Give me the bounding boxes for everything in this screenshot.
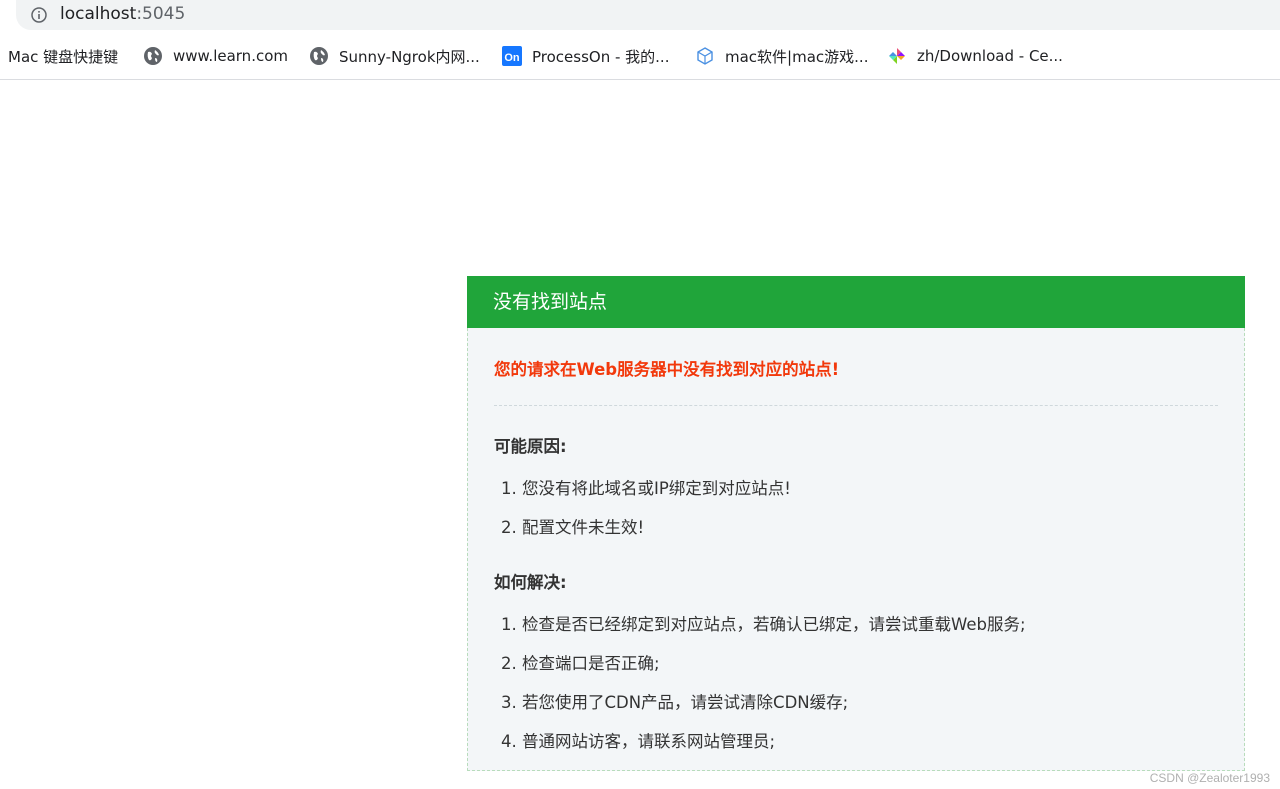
cube-icon	[697, 47, 713, 65]
browser-chrome: localhost:5045 Mac 键盘快捷键 www.learn.com S…	[0, 0, 1280, 80]
globe-icon	[144, 47, 162, 65]
bookmark-learn[interactable]: www.learn.com	[143, 42, 288, 70]
bookmark-label: mac软件|mac游戏...	[725, 47, 869, 66]
info-icon[interactable]	[31, 7, 47, 23]
list-item: 4. 普通网站访客，请联系网站管理员;	[501, 732, 776, 751]
list-item: 2. 检查端口是否正确;	[501, 654, 660, 673]
solutions-list: 1. 检查是否已经绑定到对应站点，若确认已绑定，请尝试重载Web服务; 2. 检…	[494, 605, 1218, 761]
bookmark-mac-software[interactable]: mac软件|mac游戏...	[695, 42, 868, 70]
address-bar[interactable]: localhost:5045	[16, 0, 1280, 30]
bookmark-processon[interactable]: On ProcessOn - 我的...	[502, 42, 669, 70]
bookmarks-bar: Mac 键盘快捷键 www.learn.com Sunny-Ngrok内网...	[0, 42, 1280, 70]
bookmark-zh-download[interactable]: zh/Download - Ce...	[887, 42, 1063, 70]
divider	[494, 405, 1218, 406]
bookmark-label: zh/Download - Ce...	[917, 47, 1063, 65]
error-panel: 没有找到站点 您的请求在Web服务器中没有找到对应的站点! 可能原因: 1. 您…	[467, 276, 1245, 771]
reasons-title: 可能原因:	[494, 437, 567, 456]
list-item: 3. 若您使用了CDN产品，请尝试清除CDN缓存;	[501, 693, 849, 712]
solutions-title: 如何解决:	[494, 573, 567, 592]
error-message: 您的请求在Web服务器中没有找到对应的站点!	[494, 360, 840, 379]
svg-text:On: On	[504, 52, 520, 64]
bookmark-mac-shortcuts[interactable]: Mac 键盘快捷键	[8, 42, 118, 70]
bookmark-label: ProcessOn - 我的...	[532, 47, 670, 66]
processon-icon: On	[502, 46, 522, 66]
bookmark-label: Sunny-Ngrok内网...	[339, 47, 480, 66]
globe-icon	[310, 47, 328, 65]
panel-header: 没有找到站点	[467, 276, 1245, 328]
list-item: 1. 您没有将此域名或IP绑定到对应站点!	[501, 479, 791, 498]
url-text[interactable]: localhost:5045	[60, 4, 185, 24]
panel-body: 您的请求在Web服务器中没有找到对应的站点! 可能原因: 1. 您没有将此域名或…	[467, 328, 1245, 771]
bookmark-label: www.learn.com	[173, 47, 288, 65]
list-item: 1. 检查是否已经绑定到对应站点，若确认已绑定，请尝试重载Web服务;	[501, 615, 1026, 634]
bookmark-label: Mac 键盘快捷键	[8, 47, 119, 66]
reasons-list: 1. 您没有将此域名或IP绑定到对应站点! 2. 配置文件未生效!	[494, 469, 1218, 547]
watermark: CSDN @Zealoter1993	[1149, 771, 1270, 785]
bookmark-sunny-ngrok[interactable]: Sunny-Ngrok内网...	[309, 42, 480, 70]
list-item: 2. 配置文件未生效!	[501, 518, 645, 537]
pinwheel-icon	[889, 48, 905, 64]
